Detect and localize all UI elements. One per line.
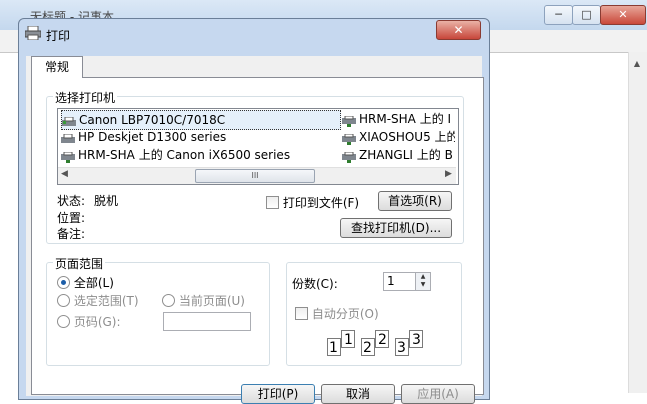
collate-label: 自动分页(O) bbox=[311, 307, 379, 321]
print-button[interactable]: 打印(P) bbox=[241, 384, 315, 404]
checkbox-box[interactable] bbox=[295, 307, 308, 320]
minimize-button[interactable]: ─ bbox=[544, 5, 573, 25]
select-printer-label: 选择打印机 bbox=[53, 89, 118, 106]
notepad-vertical-scrollbar[interactable] bbox=[628, 52, 647, 393]
page-number: 3 bbox=[397, 340, 406, 356]
radio-selection[interactable]: 选定范围(T) bbox=[57, 292, 139, 309]
notepad-close-button[interactable]: ✕ bbox=[600, 5, 646, 25]
radio-button[interactable] bbox=[57, 294, 70, 307]
printer-item[interactable]: ZHANGLI 上的 B bbox=[342, 146, 455, 164]
copies-label: 份数(C): bbox=[292, 277, 338, 291]
printer-icon bbox=[24, 25, 42, 41]
printer-item[interactable]: HRM-SHA 上的 I bbox=[342, 110, 455, 128]
checkbox-box[interactable] bbox=[266, 196, 279, 209]
printer-name: HRM-SHA 上的 Canon iX6500 series bbox=[78, 148, 291, 162]
status-label: 状态: bbox=[57, 194, 86, 208]
dialog-close-button[interactable]: ✕ bbox=[436, 20, 481, 40]
page-number: 1 bbox=[344, 332, 353, 348]
maximize-button[interactable]: □ bbox=[572, 5, 601, 25]
status-value: 脱机 bbox=[94, 194, 119, 208]
printer-icon bbox=[62, 115, 76, 126]
dialog-title: 打印 bbox=[46, 29, 71, 43]
page-range-label: 页面范围 bbox=[53, 255, 106, 272]
cancel-button[interactable]: 取消 bbox=[321, 384, 395, 404]
network-printer-icon bbox=[61, 150, 75, 163]
printer-name: HRM-SHA 上的 I bbox=[359, 112, 452, 126]
network-printer-icon bbox=[342, 114, 356, 127]
printer-name: XIAOSHOU5 上的 bbox=[359, 130, 455, 144]
printer-item[interactable]: HP Deskjet D1300 series bbox=[61, 128, 226, 146]
printer-name: HP Deskjet D1300 series bbox=[78, 130, 227, 144]
radio-selection-label: 选定范围(T) bbox=[73, 294, 139, 308]
printer-icon bbox=[61, 132, 75, 143]
apply-button[interactable]: 应用(A) bbox=[401, 384, 475, 404]
printer-name: Canon LBP7010C/7018C bbox=[79, 113, 226, 127]
radio-button[interactable] bbox=[162, 294, 175, 307]
radio-pages-label: 页码(G): bbox=[73, 315, 121, 329]
collate-checkbox[interactable]: 自动分页(O) bbox=[295, 305, 379, 322]
pages-input[interactable] bbox=[163, 312, 251, 331]
find-printer-button[interactable]: 查找打印机(D)... bbox=[340, 218, 452, 238]
radio-current-page[interactable]: 当前页面(U) bbox=[162, 292, 245, 309]
radio-button[interactable] bbox=[57, 315, 70, 328]
tab-general[interactable]: 常规 bbox=[31, 56, 83, 78]
page-number: 1 bbox=[329, 340, 338, 356]
radio-current-page-label: 当前页面(U) bbox=[178, 294, 245, 308]
radio-all-label: 全部(L) bbox=[73, 276, 114, 290]
page-number: 2 bbox=[378, 332, 387, 348]
radio-button[interactable] bbox=[57, 276, 70, 289]
network-printer-icon bbox=[342, 150, 356, 163]
print-to-file-label: 打印到文件(F) bbox=[282, 196, 360, 210]
printer-item[interactable]: HRM-SHA 上的 Canon iX6500 series bbox=[61, 146, 290, 164]
stepper-down-arrow-icon[interactable]: ▼ bbox=[416, 281, 430, 289]
comment-label: 备注: bbox=[57, 227, 86, 241]
print-to-file-checkbox[interactable]: 打印到文件(F) bbox=[266, 194, 359, 211]
printer-name: ZHANGLI 上的 B bbox=[359, 148, 453, 162]
scroll-right-arrow-icon[interactable]: ▶ bbox=[445, 169, 452, 179]
scrollbar-thumb[interactable]: III bbox=[195, 169, 315, 183]
printer-item-selected[interactable]: Canon LBP7010C/7018C bbox=[61, 110, 341, 130]
scroll-left-arrow-icon[interactable]: ◀ bbox=[61, 169, 68, 179]
scroll-up-arrow-icon[interactable]: ▲ bbox=[628, 56, 646, 72]
stepper-up-arrow-icon[interactable]: ▲ bbox=[416, 273, 430, 281]
page-number: 2 bbox=[363, 340, 372, 356]
network-printer-icon bbox=[342, 132, 356, 145]
copies-value[interactable]: 1 bbox=[387, 274, 395, 288]
printer-item[interactable]: XIAOSHOU5 上的 bbox=[342, 128, 455, 146]
page-number: 3 bbox=[412, 332, 421, 348]
location-label: 位置: bbox=[57, 211, 86, 225]
radio-all[interactable]: 全部(L) bbox=[57, 274, 114, 291]
preferences-button[interactable]: 首选项(R) bbox=[378, 191, 452, 211]
copies-stepper[interactable]: 1 ▲ ▼ bbox=[383, 272, 431, 291]
radio-pages[interactable]: 页码(G): bbox=[57, 313, 121, 330]
